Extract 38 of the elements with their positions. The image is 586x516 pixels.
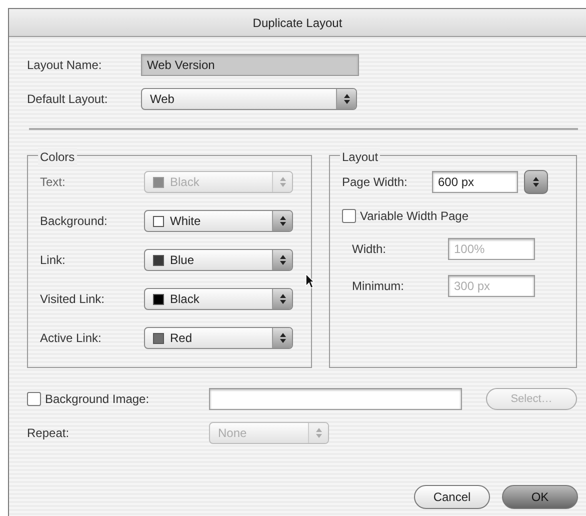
- field-label: Layout Name:: [27, 57, 103, 74]
- stepper-arrows-icon: [278, 293, 286, 305]
- popup-menu[interactable]: Black: [144, 288, 293, 310]
- checkbox[interactable]: [342, 209, 356, 223]
- dialog-button[interactable]: Cancel: [414, 485, 490, 509]
- stepper[interactable]: [524, 170, 548, 194]
- layout-name-field[interactable]: Web Version: [141, 54, 359, 76]
- background-image-field[interactable]: [209, 388, 462, 410]
- field-label: Background:: [40, 213, 108, 230]
- pointer-icon: [305, 273, 315, 289]
- stepper-arrows-icon: [278, 332, 286, 344]
- field-label: Repeat:: [27, 425, 70, 442]
- group-title: Colors: [38, 148, 77, 166]
- stepper-arrows-icon: [342, 93, 350, 105]
- window-title: Duplicate Layout: [252, 14, 342, 32]
- field-label: Text:: [40, 174, 66, 191]
- checkbox[interactable]: [27, 392, 41, 406]
- popup-menu[interactable]: Red: [144, 327, 293, 349]
- field-label: Active Link:: [40, 330, 102, 347]
- field-label: Visited Link:: [40, 291, 106, 308]
- stepper-arrows-icon: [278, 215, 286, 227]
- checkbox-label: Background Image:: [45, 391, 150, 408]
- popup-menu[interactable]: White: [144, 210, 293, 232]
- field-label: Width:: [352, 241, 388, 258]
- popup-menu[interactable]: Web: [141, 88, 357, 110]
- group-title: Layout: [340, 148, 380, 166]
- page-width-field[interactable]: 600 px: [432, 171, 518, 193]
- stepper-arrows-icon: [532, 176, 540, 188]
- field-label: Default Layout:: [27, 91, 109, 108]
- field-label: Page Width:: [342, 174, 408, 191]
- field-label: Link:: [40, 252, 66, 269]
- stepper-arrows-icon: [278, 254, 286, 266]
- stepper-arrows-icon: [278, 176, 286, 188]
- stepper-arrows-icon: [314, 427, 322, 439]
- default-button[interactable]: OK: [502, 485, 578, 509]
- checkbox-label: Variable Width Page: [360, 208, 469, 225]
- field-label: Minimum:: [352, 278, 406, 295]
- popup-menu[interactable]: Blue: [144, 249, 293, 271]
